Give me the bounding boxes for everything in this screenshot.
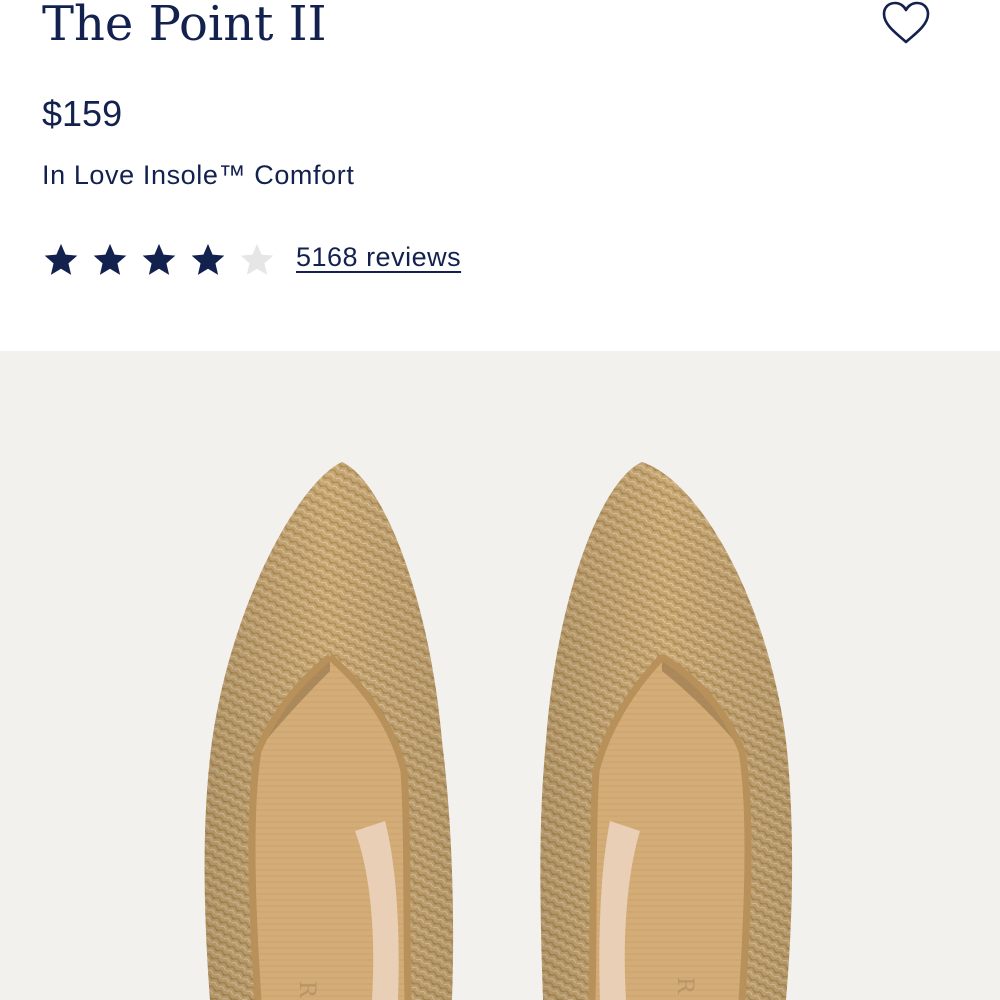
- star-rating: [42, 238, 287, 282]
- product-image-gallery[interactable]: R R: [0, 351, 1000, 1000]
- wishlist-button[interactable]: [880, 0, 932, 46]
- star-icon: [44, 243, 78, 275]
- insole-brand-mark: R: [294, 981, 319, 999]
- product-title: The Point II: [42, 0, 327, 52]
- product-page: The Point II $159 In Love Insole™ Comfor…: [0, 0, 1000, 1000]
- heart-outline-icon: [882, 1, 930, 44]
- reviews-link[interactable]: 5168 reviews: [296, 240, 461, 274]
- star-icon: [93, 243, 127, 275]
- insole-brand-mark: R: [672, 977, 697, 995]
- star-icon: [191, 243, 225, 275]
- product-feature: In Love Insole™ Comfort: [42, 160, 355, 190]
- right-shoe: R: [540, 462, 793, 1000]
- star-icon: [240, 243, 274, 275]
- product-image: R R: [204, 462, 793, 1000]
- product-price: $159: [42, 93, 123, 134]
- star-icon: [142, 243, 176, 275]
- left-shoe: R: [204, 462, 454, 1000]
